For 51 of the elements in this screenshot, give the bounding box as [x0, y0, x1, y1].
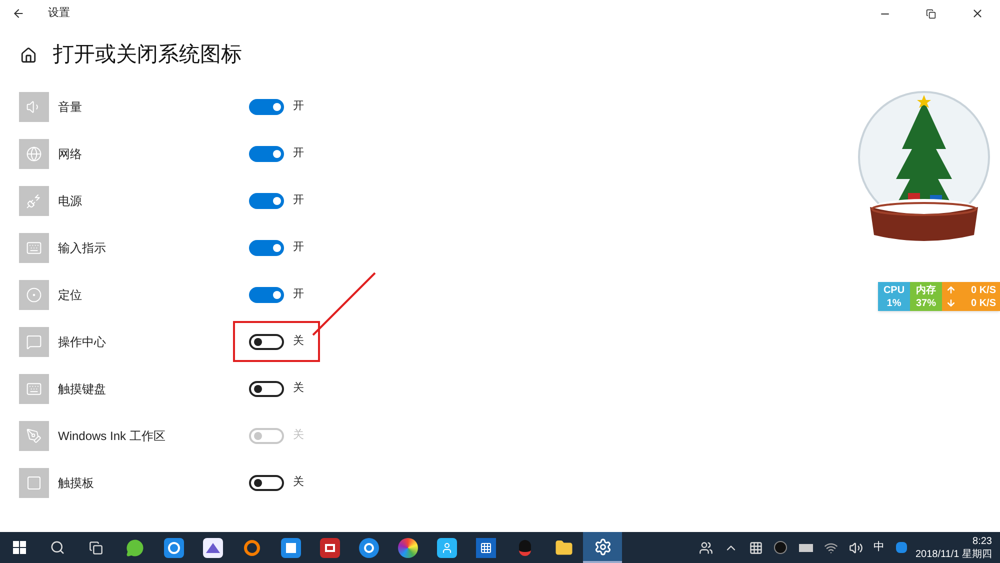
- input-method-button[interactable]: 中: [868, 532, 890, 563]
- upload-icon: [946, 285, 956, 295]
- setting-label: 定位: [58, 286, 83, 304]
- download-speed: 0 K/S: [970, 296, 996, 310]
- upload-speed: 0 K/S: [970, 284, 996, 296]
- keyboard-icon: [19, 374, 49, 404]
- pen-icon: [19, 420, 49, 450]
- setting-label: 触摸键盘: [58, 380, 107, 398]
- setting-label: Windows Ink 工作区: [58, 428, 166, 444]
- toggle-state: 开: [293, 146, 304, 162]
- clock[interactable]: 8:23 2018/11/1 星期四: [912, 532, 994, 563]
- toggle-state: 开: [293, 240, 304, 256]
- globe-icon: [19, 138, 49, 168]
- touchpad-icon: [19, 468, 49, 498]
- setting-label: 输入指示: [58, 240, 107, 256]
- toggle-state: 关: [293, 334, 304, 350]
- download-icon: [946, 298, 956, 308]
- message-icon: [19, 326, 49, 356]
- setting-label: 操作中心: [58, 334, 107, 350]
- page-title: 打开或关闭系统图标: [53, 42, 242, 68]
- toggle-switch[interactable]: [249, 334, 284, 350]
- toggle-state: 开: [293, 99, 304, 114]
- toggle-switch[interactable]: [249, 474, 284, 490]
- setting-label: 触摸板: [58, 474, 95, 492]
- memory-label: 内存: [916, 284, 936, 296]
- cpu-value: 1%: [886, 296, 902, 310]
- target-icon: [19, 280, 49, 310]
- toggle-state: 关: [293, 474, 304, 490]
- toggle-switch[interactable]: [249, 286, 284, 302]
- setting-label: 电源: [58, 192, 83, 210]
- keyboard-icon: [19, 232, 49, 262]
- toggle-switch[interactable]: [249, 146, 284, 162]
- close-icon[interactable]: [970, 7, 984, 20]
- setting-label: 音量: [58, 98, 83, 116]
- toggle-switch[interactable]: [249, 192, 284, 208]
- toggle-switch[interactable]: [249, 380, 284, 396]
- toggle-state: 开: [293, 287, 304, 302]
- cpu-label: CPU: [883, 284, 905, 296]
- plug-icon: [19, 186, 49, 216]
- toggle-switch[interactable]: [249, 98, 284, 114]
- toggle-state: 开: [293, 193, 304, 208]
- back-icon[interactable]: [12, 7, 24, 20]
- toggle-state: 关: [293, 380, 304, 396]
- gear-icon[interactable]: [583, 532, 622, 563]
- toggle-switch[interactable]: [249, 240, 284, 256]
- restore-icon[interactable]: [926, 8, 936, 18]
- setting-label: 网络: [58, 146, 83, 162]
- toggle-state: 关: [293, 428, 304, 444]
- speaker-icon: [19, 92, 49, 122]
- window-title: 设置: [48, 6, 70, 22]
- memory-value: 37%: [916, 296, 936, 310]
